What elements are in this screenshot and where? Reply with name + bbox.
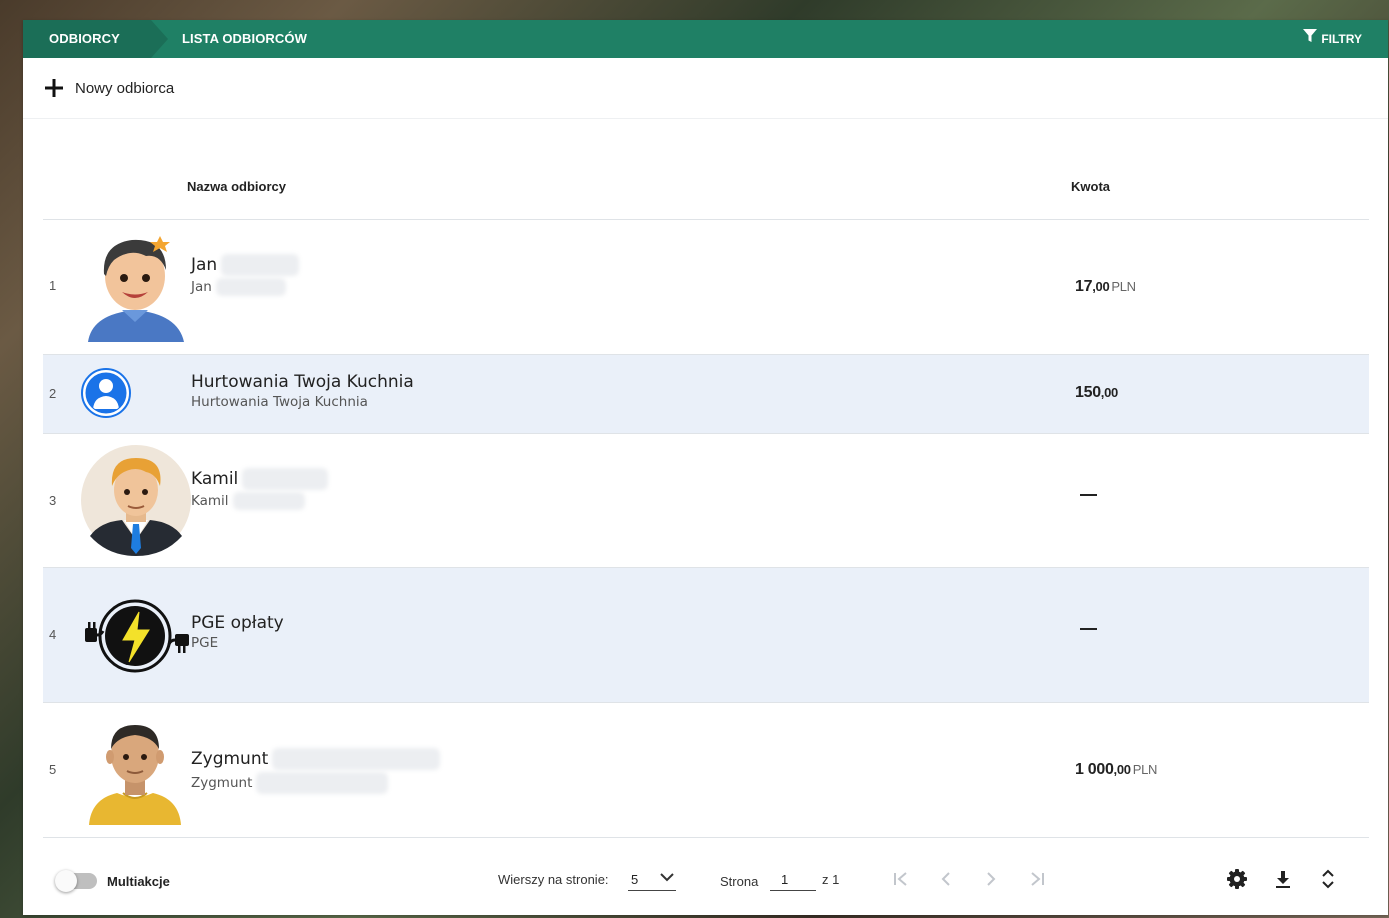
- amount-currency: PLN: [1111, 279, 1136, 294]
- empty-amount-dash: [1080, 494, 1097, 496]
- toggle-knob: [55, 870, 77, 892]
- amount-integer: 1 000: [1075, 761, 1114, 778]
- recipient-subname: Kamil: [191, 493, 229, 509]
- recipient-subname: Zygmunt: [191, 775, 253, 791]
- filter-icon: [1303, 20, 1318, 59]
- download-button[interactable]: [1270, 868, 1296, 894]
- rows-per-page-value: 5: [631, 872, 639, 887]
- recipient-subname: PGE: [191, 635, 219, 651]
- default-user-icon: [80, 367, 132, 424]
- page-label: Strona: [720, 874, 759, 889]
- row-index: 1: [49, 278, 57, 293]
- breadcrumb-recipients[interactable]: ODBIORCY: [23, 20, 151, 58]
- table-row[interactable]: 5 Zygmunt Zygmunt 1 000,00 PLN: [43, 703, 1369, 838]
- filters-label: FILTRY: [1321, 32, 1362, 46]
- man-yellow-shirt-avatar: [87, 719, 183, 830]
- column-header-name[interactable]: Nazwa odbiorcy: [187, 178, 286, 196]
- cartoon-man-avatar: [80, 230, 190, 347]
- chevron-right-icon: [981, 869, 1001, 894]
- page-total-label: z 1: [822, 872, 840, 887]
- recipient-sub-row: Zygmunt: [191, 772, 440, 794]
- download-icon: [1273, 869, 1293, 894]
- table-row[interactable]: 2 Hurtowania Twoja Kuchnia Hurtowania Tw…: [43, 355, 1369, 434]
- recipient-name-block: Kamil Kamil: [191, 468, 329, 510]
- recipient-name-block: Jan Jan: [191, 254, 300, 296]
- page-number-input[interactable]: 1: [770, 866, 816, 891]
- empty-amount-dash: [1080, 628, 1097, 630]
- recipient-name-block: PGE opłaty PGE: [191, 613, 284, 651]
- recipients-panel: ODBIORCY LISTA ODBIORCÓW FILTRY Nowy odb…: [23, 20, 1388, 915]
- amount-decimal: ,00: [1100, 385, 1118, 400]
- previous-page-button[interactable]: [934, 868, 958, 894]
- expand-collapse-button[interactable]: [1315, 868, 1341, 894]
- recipient-name: PGE opłaty: [191, 613, 284, 633]
- table-header: Nazwa odbiorcy Kwota: [43, 178, 1369, 220]
- electricity-bolt-icon: [83, 598, 191, 679]
- chevron-left-icon: [936, 869, 956, 894]
- first-page-icon: [891, 869, 911, 894]
- toolbar: Nowy odbiorca: [23, 58, 1388, 119]
- breadcrumb-recipients-list: LISTA ODBIORCÓW: [182, 31, 307, 46]
- table-row[interactable]: 1 Jan Jan 17,00 PLN: [43, 220, 1369, 355]
- redacted-surname: [221, 254, 300, 276]
- recipient-name: Zygmunt: [191, 749, 269, 769]
- redacted-subname: [232, 492, 305, 510]
- recipient-name: Kamil: [191, 469, 239, 489]
- recipient-name-block: Hurtowania Twoja Kuchnia Hurtowania Twoj…: [191, 372, 414, 410]
- last-page-icon: [1027, 869, 1047, 894]
- recipient-amount: 17,00 PLN: [1075, 278, 1136, 296]
- recipient-subname: Hurtowania Twoja Kuchnia: [191, 394, 368, 410]
- recipient-subname: Jan: [191, 279, 212, 295]
- table-row[interactable]: 3 Kamil Kamil: [43, 434, 1369, 568]
- amount-integer: 150: [1075, 384, 1101, 401]
- amount-integer: 17: [1075, 278, 1093, 295]
- unfold-icon: [1320, 868, 1336, 895]
- new-recipient-button[interactable]: Nowy odbiorca: [45, 78, 174, 98]
- amount-decimal: ,00: [1113, 762, 1131, 777]
- row-index: 4: [49, 627, 57, 642]
- redacted-surname: [242, 468, 329, 490]
- chevron-down-icon: [660, 870, 674, 887]
- multiactions-toggle[interactable]: [55, 870, 97, 892]
- rows-per-page-label: Wierszy na stronie:: [498, 872, 609, 887]
- recipient-name-row: Zygmunt: [191, 748, 441, 770]
- recipient-name: Hurtowania Twoja Kuchnia: [191, 372, 414, 392]
- recipients-table: Nazwa odbiorcy Kwota 1 Jan Jan 17,00 PLN…: [43, 178, 1369, 838]
- settings-button[interactable]: [1224, 868, 1250, 894]
- column-header-amount[interactable]: Kwota: [1071, 178, 1110, 196]
- redacted-subname: [215, 278, 286, 296]
- recipient-name-row: Jan: [191, 254, 300, 276]
- last-page-button[interactable]: [1025, 868, 1049, 894]
- gear-icon: [1226, 868, 1248, 895]
- recipient-amount: 1 000,00 PLN: [1075, 761, 1157, 779]
- row-index: 3: [49, 493, 57, 508]
- recipient-amount: 150,00: [1075, 384, 1120, 402]
- businessman-avatar: [80, 444, 192, 561]
- recipient-name-row: Kamil: [191, 468, 329, 490]
- plus-icon: [45, 78, 63, 98]
- recipient-name: Jan: [191, 255, 218, 275]
- recipient-sub-row: Kamil: [191, 492, 328, 510]
- breadcrumb-arrow: [151, 20, 168, 58]
- redacted-subname: [256, 772, 389, 794]
- table-row[interactable]: 4 PGE opłaty PGE: [43, 568, 1369, 703]
- recipient-name-block: Zygmunt Zygmunt: [191, 748, 441, 794]
- recipient-sub-row: Jan: [191, 278, 299, 296]
- filters-button[interactable]: FILTRY: [1303, 20, 1362, 58]
- row-index: 2: [49, 386, 57, 401]
- next-page-button[interactable]: [979, 868, 1003, 894]
- rows-per-page-select[interactable]: 5: [628, 866, 676, 891]
- table-footer: Multiakcje Wierszy na stronie: 5 Strona …: [23, 860, 1388, 915]
- page-number-value: 1: [781, 872, 789, 887]
- row-index: 5: [49, 762, 57, 777]
- new-recipient-label: Nowy odbiorca: [75, 79, 175, 97]
- amount-currency: PLN: [1132, 762, 1158, 777]
- first-page-button[interactable]: [889, 868, 913, 894]
- redacted-surname: [272, 748, 441, 770]
- top-bar: ODBIORCY LISTA ODBIORCÓW FILTRY: [23, 20, 1388, 58]
- amount-decimal: ,00: [1092, 279, 1110, 294]
- multiactions-label: Multiakcje: [107, 874, 170, 889]
